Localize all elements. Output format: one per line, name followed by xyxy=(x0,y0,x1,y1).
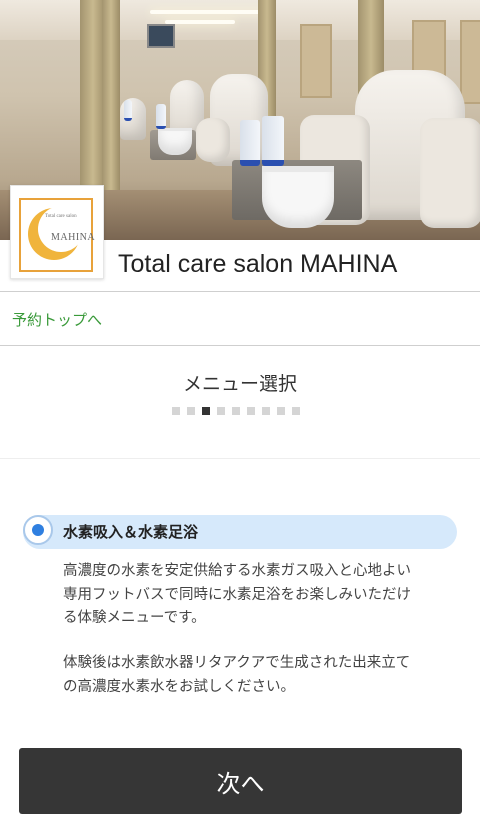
step-dot xyxy=(187,407,195,415)
step-progress-indicator xyxy=(172,407,300,415)
step-dot xyxy=(217,407,225,415)
step-dot xyxy=(262,407,270,415)
menu-option-radio[interactable] xyxy=(23,515,53,545)
reservation-top-link[interactable]: 予約トップへ xyxy=(12,309,102,330)
step-dot xyxy=(232,407,240,415)
salon-logo: Total care salon MAHINA xyxy=(10,185,104,279)
menu-option-description-2: 体験後は水素飲水器リタアクアで生成された出来立て の高濃度水素水をお試しください… xyxy=(63,655,411,695)
logo-small-text: Total care salon xyxy=(45,214,77,219)
step-dot xyxy=(277,407,285,415)
nav-divider xyxy=(0,345,480,346)
menu-option-hydrogen[interactable]: 水素吸入＆水素足浴 xyxy=(23,515,457,549)
step-dot xyxy=(292,407,300,415)
step-dot xyxy=(247,407,255,415)
page-title: メニュー選択 xyxy=(182,373,297,395)
header-divider xyxy=(0,291,480,292)
menu-option-description-1: 高濃度の水素を安定供給する水素ガス吸入と心地よい 専用フットバスで同時に水素足浴… xyxy=(63,563,411,626)
salon-name: Total care salon MAHINA xyxy=(118,250,398,278)
step-dot-current xyxy=(202,407,210,415)
section-divider xyxy=(0,458,480,459)
step-dot xyxy=(172,407,180,415)
menu-option-label: 水素吸入＆水素足浴 xyxy=(63,523,199,541)
logo-text: MAHINA xyxy=(51,232,96,243)
next-button[interactable]: 次へ xyxy=(19,748,462,814)
